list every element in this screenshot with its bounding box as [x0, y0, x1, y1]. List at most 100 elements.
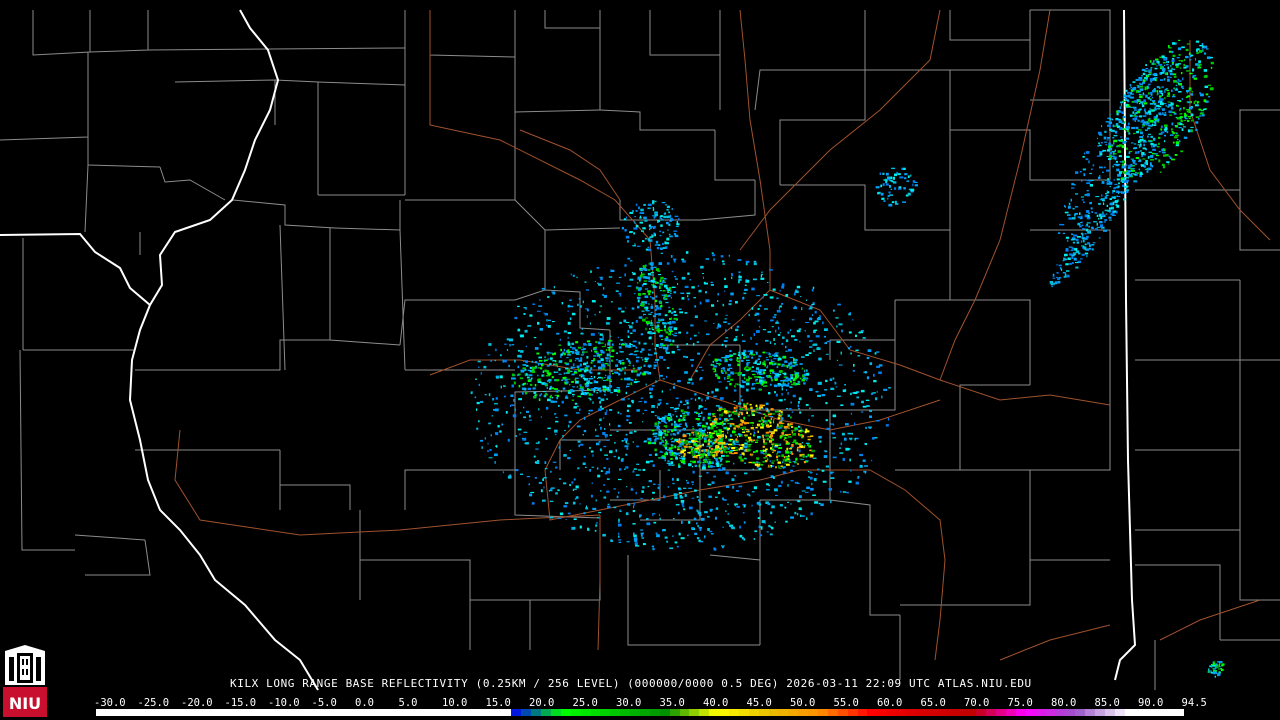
colorbar-cell — [422, 709, 433, 716]
echo-pixel — [1172, 95, 1176, 98]
echo-pixel — [697, 511, 702, 515]
echo-pixel — [771, 326, 774, 328]
highway-line — [659, 379, 941, 431]
echo-pixel — [1170, 157, 1172, 160]
echo-pixel — [1148, 113, 1152, 116]
echo-pixel — [610, 540, 614, 542]
echo-pixel — [756, 466, 759, 469]
echo-pixel — [533, 455, 536, 458]
echo-pixel — [853, 391, 858, 394]
echo-pixel — [551, 396, 554, 399]
echo-pixel — [854, 422, 856, 426]
echo-pixel — [1069, 253, 1073, 256]
echo-pixel — [696, 455, 701, 457]
echo-pixel — [904, 177, 907, 180]
echo-pixel — [758, 371, 762, 374]
echo-pixel — [795, 289, 798, 291]
echo-pixel — [639, 514, 642, 517]
echo-pixel — [685, 411, 690, 414]
echo-pixel — [505, 411, 508, 414]
echo-pixel — [567, 310, 569, 312]
echo-pixel — [1135, 126, 1139, 130]
echo-pixel — [1148, 140, 1153, 143]
echo-pixel — [735, 328, 739, 332]
echo-pixel — [1142, 134, 1144, 137]
echo-pixel — [527, 369, 530, 372]
echo-pixel — [1151, 110, 1155, 112]
colorbar-cell — [461, 709, 472, 716]
echo-pixel — [763, 294, 768, 296]
echo-pixel — [626, 419, 629, 422]
echo-pixel — [1085, 158, 1089, 161]
echo-pixel — [749, 443, 752, 445]
echo-pixel — [586, 361, 588, 364]
echo-pixel — [903, 187, 906, 190]
echo-pixel — [876, 420, 880, 422]
echo-pixel — [632, 441, 634, 443]
echo-pixel — [790, 361, 793, 364]
echo-pixel — [662, 529, 664, 532]
echo-pixel — [571, 527, 573, 531]
echo-pixel — [569, 317, 572, 320]
scale-label: 80.0 — [1051, 697, 1077, 709]
echo-pixel — [544, 382, 547, 386]
echo-pixel — [1147, 133, 1151, 135]
echo-pixel — [1204, 52, 1207, 55]
echo-pixel — [652, 208, 655, 211]
colorbar-cell — [639, 709, 650, 716]
echo-pixel — [605, 349, 607, 351]
echo-pixel — [483, 365, 487, 369]
echo-pixel — [1125, 137, 1129, 140]
echo-pixel — [906, 180, 909, 182]
echo-pixel — [724, 290, 726, 292]
echo-pixel — [1195, 116, 1199, 118]
colorbar-cell — [1005, 709, 1016, 716]
echo-pixel — [1143, 99, 1146, 103]
echo-pixel — [1170, 76, 1172, 78]
echo-pixel — [645, 288, 649, 290]
echo-pixel — [585, 507, 589, 510]
colorbar-cell — [254, 709, 265, 716]
echo-pixel — [715, 388, 719, 392]
echo-pixel — [526, 373, 528, 376]
echo-pixel — [563, 505, 568, 508]
echo-pixel — [673, 518, 675, 520]
echo-pixel — [762, 460, 766, 463]
echo-pixel — [1130, 86, 1132, 89]
echo-pixel — [586, 356, 589, 359]
echo-pixel — [1119, 161, 1123, 163]
echo-pixel — [533, 337, 537, 339]
echo-pixel — [741, 380, 744, 382]
echo-pixel — [707, 432, 709, 434]
echo-pixel — [759, 373, 763, 375]
echo-pixel — [525, 442, 529, 445]
echo-pixel — [658, 514, 660, 516]
echo-pixel — [781, 285, 785, 289]
echo-pixel — [1122, 160, 1126, 164]
echo-pixel — [783, 435, 787, 437]
echo-pixel — [771, 505, 775, 509]
echo-pixel — [727, 410, 730, 413]
echo-pixel — [1133, 132, 1136, 135]
echo-pixel — [640, 350, 643, 353]
echo-pixel — [747, 350, 750, 353]
echo-pixel — [819, 436, 822, 438]
echo-pixel — [1153, 102, 1157, 105]
echo-pixel — [680, 500, 685, 503]
echo-pixel — [742, 340, 746, 342]
echo-pixel — [659, 451, 664, 453]
echo-pixel — [691, 497, 695, 499]
echo-pixel — [738, 271, 741, 274]
echo-pixel — [584, 466, 587, 468]
echo-pixel — [517, 305, 520, 308]
echo-pixel — [787, 459, 790, 462]
scale-label: 90.0 — [1138, 697, 1164, 709]
echo-pixel — [801, 434, 805, 438]
echo-pixel — [1075, 266, 1079, 269]
echo-pixel — [801, 307, 803, 311]
echo-pixel — [771, 379, 773, 382]
echo-pixel — [793, 363, 797, 365]
echo-pixel — [613, 389, 618, 392]
echo-pixel — [653, 225, 656, 229]
echo-pixel — [574, 402, 578, 405]
